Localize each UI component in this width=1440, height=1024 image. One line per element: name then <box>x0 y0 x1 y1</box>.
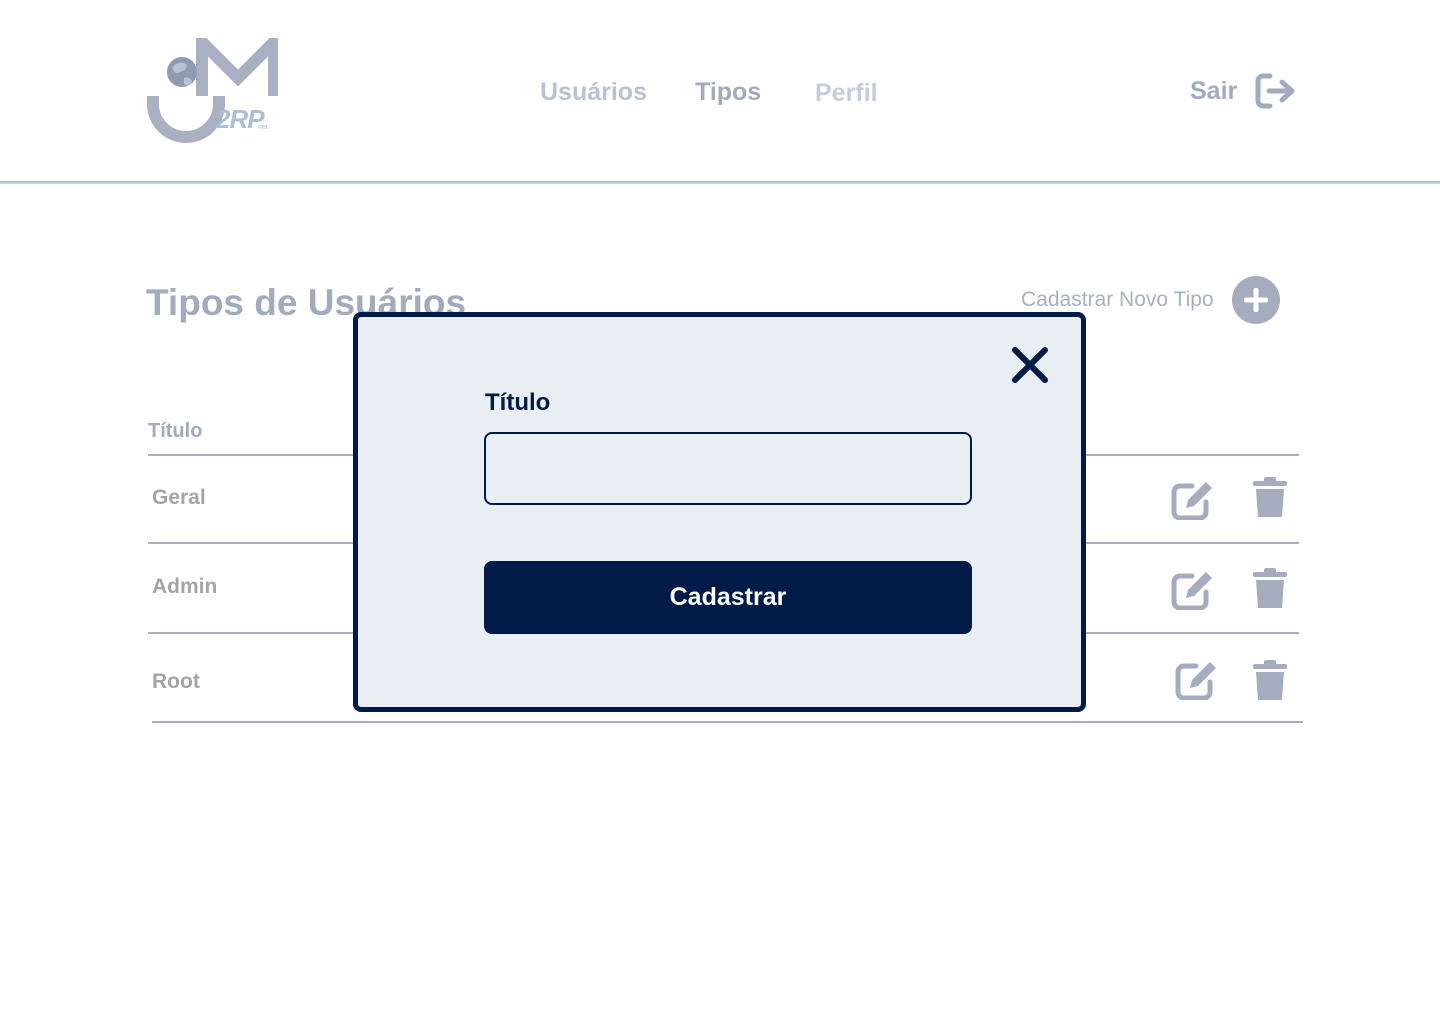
nav-item-usuarios[interactable]: Usuários <box>540 78 647 107</box>
titulo-field-label: Título <box>485 389 551 416</box>
cadastrar-button[interactable]: Cadastrar <box>484 561 972 634</box>
edit-icon[interactable] <box>1170 568 1214 610</box>
add-type-label: Cadastrar Novo Tipo <box>1021 288 1214 311</box>
logo-subtext: net <box>258 124 268 131</box>
logo: 2RP net <box>146 27 280 144</box>
logout-button[interactable]: Sair <box>1190 72 1297 110</box>
sign-out-icon <box>1255 73 1295 109</box>
nav-item-perfil[interactable]: Perfil <box>815 79 878 108</box>
edit-icon[interactable] <box>1170 478 1214 520</box>
nav-item-tipos[interactable]: Tipos <box>695 78 761 107</box>
logout-label: Sair <box>1190 76 1238 105</box>
titulo-input[interactable] <box>484 432 972 505</box>
table-row-title: Root <box>152 670 200 693</box>
header-divider <box>0 181 1440 184</box>
edit-icon[interactable] <box>1174 658 1218 700</box>
trash-icon[interactable] <box>1252 477 1288 519</box>
column-header-titulo: Título <box>148 420 203 442</box>
row-divider <box>152 721 1303 723</box>
trash-icon[interactable] <box>1252 660 1288 702</box>
create-type-modal: Título Cadastrar <box>353 312 1086 712</box>
logo-text: 2RP <box>216 104 265 134</box>
plus-icon <box>1231 276 1280 324</box>
trash-icon[interactable] <box>1252 568 1288 610</box>
table-row-title: Admin <box>152 575 218 598</box>
table-row-title: Geral <box>152 486 206 509</box>
close-icon[interactable] <box>1010 345 1050 385</box>
